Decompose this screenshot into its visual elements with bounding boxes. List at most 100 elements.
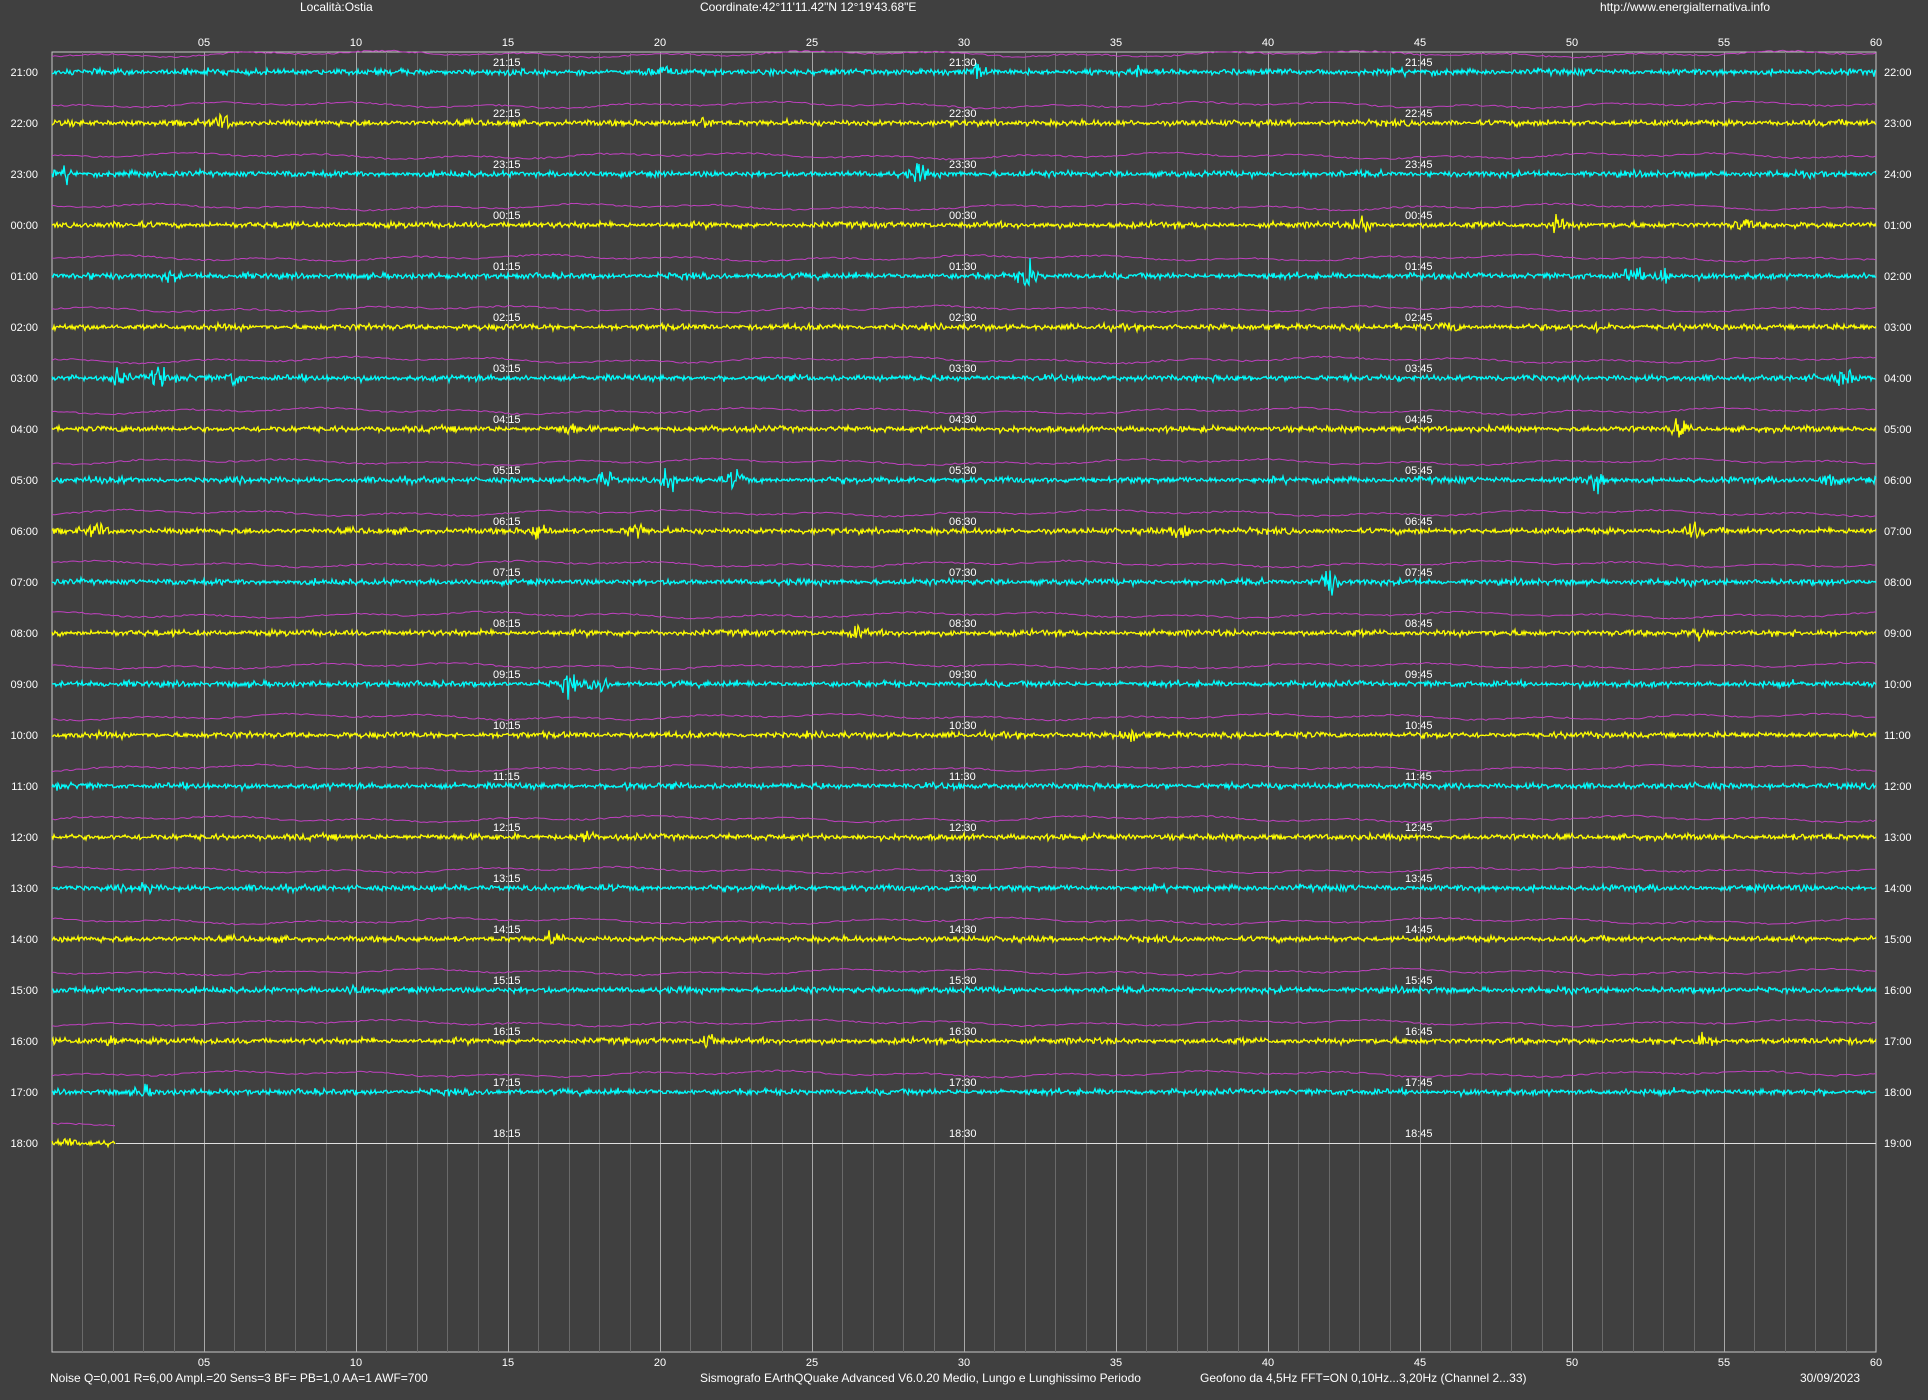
quarter-hour-label: 23:30 — [949, 159, 977, 171]
quarter-hour-label: 10:30 — [949, 720, 977, 732]
coordinates-label: Coordinate:42°11'11.42"N 12°19'43.68"E — [700, 0, 917, 14]
quarter-hour-label: 12:15 — [493, 822, 521, 834]
row-time-label-left: 23:00 — [10, 169, 38, 181]
sensor-label: Geofono da 4,5Hz FFT=ON 0,10Hz...3,20Hz … — [1200, 1371, 1527, 1385]
quarter-hour-label: 21:45 — [1405, 57, 1433, 69]
quarter-hour-label: 08:30 — [949, 618, 977, 630]
software-label: Sismografo EArthQQuake Advanced V6.0.20 … — [700, 1371, 1141, 1385]
row-time-label-right: 17:00 — [1884, 1036, 1912, 1048]
x-tick-label-top: 40 — [1262, 37, 1274, 49]
quarter-hour-label: 06:30 — [949, 516, 977, 528]
row-time-label-left: 12:00 — [10, 832, 38, 844]
x-tick-label-bottom: 50 — [1566, 1357, 1578, 1369]
seismic-trace-row — [51, 1137, 116, 1149]
quarter-hour-label: 02:30 — [949, 312, 977, 324]
quarter-hour-label: 08:15 — [493, 618, 521, 630]
helicorder-chart: 05 05 10 10 15 15 20 20 25 25 30 30 35 35 40 40 45 45 50 50… — [10, 37, 1912, 1369]
row-time-label-right: 03:00 — [1884, 322, 1912, 334]
x-tick-label-top: 25 — [806, 37, 818, 49]
x-tick-label-bottom: 35 — [1110, 1357, 1122, 1369]
quarter-hour-label: 11:15 — [493, 771, 520, 783]
quarter-hour-label: 21:15 — [493, 57, 521, 69]
quarter-hour-label: 14:15 — [493, 924, 521, 936]
quarter-hour-label: 02:15 — [493, 312, 521, 324]
row-time-label-right: 14:00 — [1884, 883, 1912, 895]
quarter-hour-label: 09:30 — [949, 669, 977, 681]
quarter-hour-label: 01:15 — [493, 261, 521, 273]
x-tick-label-bottom: 60 — [1870, 1357, 1882, 1369]
quarter-hour-label: 07:45 — [1405, 567, 1433, 579]
quarter-hour-label: 18:15 — [493, 1128, 521, 1140]
quarter-hour-label: 03:30 — [949, 363, 977, 375]
row-time-label-right: 05:00 — [1884, 424, 1912, 436]
quarter-hour-label: 14:45 — [1405, 924, 1433, 936]
quarter-hour-label: 15:45 — [1405, 975, 1433, 987]
location-label: Località:Ostia — [300, 0, 373, 14]
row-time-label-left: 16:00 — [10, 1036, 38, 1048]
row-time-label-right: 07:00 — [1884, 526, 1912, 538]
row-time-label-left: 14:00 — [10, 934, 38, 946]
quarter-hour-label: 05:45 — [1405, 465, 1433, 477]
x-tick-label-bottom: 55 — [1718, 1357, 1730, 1369]
quarter-hour-label: 17:30 — [949, 1077, 977, 1089]
row-time-label-left: 11:00 — [11, 781, 38, 793]
x-tick-label-bottom: 15 — [502, 1357, 514, 1369]
x-tick-label-bottom: 40 — [1262, 1357, 1274, 1369]
x-tick-label-bottom: 20 — [654, 1357, 666, 1369]
quarter-hour-label: 06:45 — [1405, 516, 1433, 528]
quarter-hour-label: 07:30 — [949, 567, 977, 579]
quarter-hour-label: 13:15 — [493, 873, 521, 885]
row-time-label-right: 15:00 — [1884, 934, 1912, 946]
row-time-label-right: 22:00 — [1884, 67, 1912, 79]
grid — [51, 51, 1877, 1353]
website-link[interactable]: http://www.energialternativa.info — [1600, 0, 1770, 14]
quarter-hour-label: 17:15 — [493, 1077, 521, 1089]
quarter-hour-label: 04:30 — [949, 414, 977, 426]
quarter-hour-label: 00:30 — [949, 210, 977, 222]
quarter-hour-label: 08:45 — [1405, 618, 1433, 630]
row-time-label-left: 10:00 — [10, 730, 38, 742]
row-time-label-right: 10:00 — [1884, 679, 1912, 691]
x-tick-label-top: 15 — [502, 37, 514, 49]
quarter-hour-label: 16:15 — [493, 1026, 521, 1038]
row-time-label-left: 04:00 — [10, 424, 38, 436]
quarter-hour-label: 05:30 — [949, 465, 977, 477]
quarter-hour-label: 18:30 — [949, 1128, 977, 1140]
row-time-label-right: 13:00 — [1884, 832, 1912, 844]
quarter-hour-label: 22:30 — [949, 108, 977, 120]
quarter-hour-label: 05:15 — [493, 465, 521, 477]
row-time-label-left: 21:00 — [10, 67, 38, 79]
quarter-hour-label: 17:45 — [1405, 1077, 1433, 1089]
quarter-hour-label: 23:15 — [493, 159, 521, 171]
x-tick-label-bottom: 05 — [198, 1357, 210, 1369]
x-tick-label-top: 60 — [1870, 37, 1882, 49]
quarter-hour-label: 21:30 — [949, 57, 977, 69]
row-time-label-left: 08:00 — [10, 628, 38, 640]
quarter-hour-label: 00:15 — [493, 210, 521, 222]
quarter-hour-label: 23:45 — [1405, 159, 1433, 171]
x-tick-label-bottom: 10 — [350, 1357, 362, 1369]
row-time-label-right: 18:00 — [1884, 1087, 1912, 1099]
row-time-label-left: 02:00 — [10, 322, 38, 334]
quarter-hour-label: 03:15 — [493, 363, 521, 375]
quarter-hour-label: 06:15 — [493, 516, 521, 528]
row-time-label-left: 07:00 — [10, 577, 38, 589]
x-tick-label-top: 10 — [350, 37, 362, 49]
quarter-hour-label: 13:45 — [1405, 873, 1433, 885]
row-time-label-left: 17:00 — [10, 1087, 38, 1099]
x-tick-label-top: 35 — [1110, 37, 1122, 49]
row-time-label-right: 08:00 — [1884, 577, 1912, 589]
quarter-hour-label: 07:15 — [493, 567, 521, 579]
x-tick-label-top: 30 — [958, 37, 970, 49]
row-time-label-right: 23:00 — [1884, 118, 1912, 130]
row-time-label-left: 00:00 — [10, 220, 38, 232]
row-time-label-left: 09:00 — [10, 679, 38, 691]
quarter-hour-label: 12:45 — [1405, 822, 1433, 834]
quarter-hour-label: 10:45 — [1405, 720, 1433, 732]
row-time-label-left: 13:00 — [10, 883, 38, 895]
row-time-label-left: 18:00 — [10, 1138, 38, 1150]
date-label: 30/09/2023 — [1800, 1371, 1861, 1385]
x-tick-label-bottom: 30 — [958, 1357, 970, 1369]
row-time-label-right: 04:00 — [1884, 373, 1912, 385]
quarter-hour-label: 00:45 — [1405, 210, 1433, 222]
